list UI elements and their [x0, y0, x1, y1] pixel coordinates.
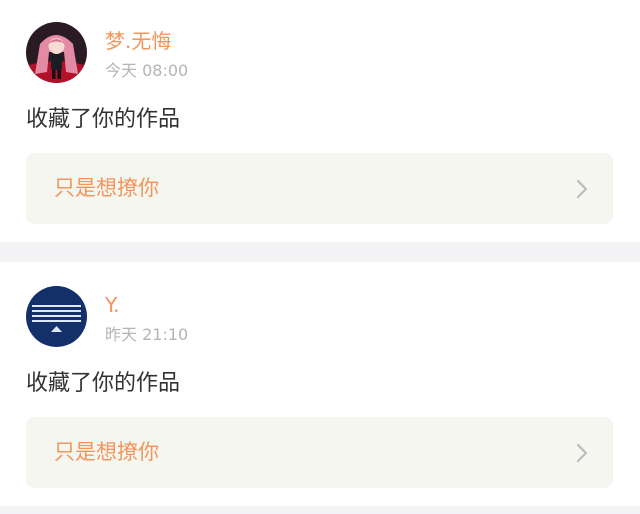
- user-avatar[interactable]: [26, 22, 87, 83]
- action-text: 收藏了你的作品: [26, 371, 181, 396]
- anime-girl-avatar-icon: [26, 22, 87, 83]
- work-title: 只是想撩你: [54, 176, 159, 200]
- username[interactable]: Y.: [105, 292, 120, 318]
- work-link[interactable]: 只是想撩你: [26, 417, 613, 488]
- notification-item: Y. 昨天 21:10 收藏了你的作品 只是想撩你: [0, 262, 640, 506]
- username[interactable]: 梦.无悔: [105, 28, 171, 54]
- section-divider: [0, 242, 640, 262]
- user-avatar[interactable]: [26, 286, 87, 347]
- chevron-right-icon: [576, 179, 588, 199]
- chevron-right-icon: [576, 443, 588, 463]
- action-text: 收藏了你的作品: [26, 107, 181, 132]
- timestamp: 今天 08:00: [105, 61, 189, 80]
- section-divider: [0, 506, 640, 514]
- timestamp: 昨天 21:10: [105, 325, 189, 344]
- work-title: 只是想撩你: [54, 440, 159, 464]
- work-link[interactable]: 只是想撩你: [26, 153, 613, 224]
- navy-stripes-logo-avatar-icon: [26, 286, 87, 347]
- notification-item: 梦.无悔 今天 08:00 收藏了你的作品 只是想撩你: [0, 0, 640, 242]
